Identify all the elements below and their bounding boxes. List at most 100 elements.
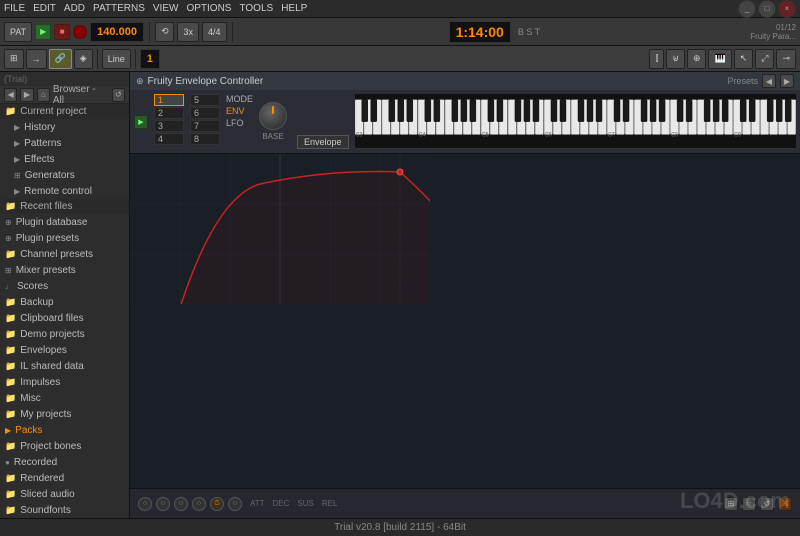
preset-next[interactable]: ▶: [780, 74, 794, 88]
item-label: Misc: [20, 393, 41, 404]
svg-text:C8: C8: [671, 132, 678, 139]
link-button[interactable]: 🔗: [49, 49, 72, 69]
plugin-button[interactable]: ⊕: [687, 49, 707, 69]
preset-prev[interactable]: ◀: [762, 74, 776, 88]
piano-button[interactable]: 🎹: [708, 49, 731, 69]
sidebar: (Trial) ◀ ▶ ⌂ Browser - All ↺ 📁 Current …: [0, 72, 130, 518]
eq-button[interactable]: ⫿: [649, 49, 664, 69]
env-num-4[interactable]: 4: [154, 133, 184, 145]
sidebar-item-history[interactable]: ▶ History: [0, 119, 129, 135]
env-dec-btn[interactable]: ○: [156, 497, 170, 511]
env-num-1[interactable]: 1: [154, 94, 184, 106]
cursor-button[interactable]: ↖: [734, 49, 754, 69]
arrow-icon: ▶: [14, 155, 20, 164]
sidebar-item-recent-files[interactable]: 📁 Recent files: [0, 199, 129, 214]
bottom-icon-4[interactable]: ⌘: [778, 497, 792, 511]
grid-button[interactable]: ⊞: [4, 49, 24, 69]
menu-options[interactable]: OPTIONS: [186, 3, 231, 14]
sidebar-item-my-projects[interactable]: 📁 My projects: [0, 406, 129, 422]
env-rel-btn[interactable]: ○: [192, 497, 206, 511]
zoom-button[interactable]: ⤢: [755, 49, 774, 69]
bottom-icon-2[interactable]: ○: [742, 497, 756, 511]
env-num-8[interactable]: 8: [190, 133, 220, 145]
presets-label: Presets: [727, 76, 758, 86]
env-num-7[interactable]: 7: [190, 120, 220, 132]
maximize-button[interactable]: □: [758, 0, 776, 18]
sidebar-item-packs[interactable]: ▶ Packs: [0, 422, 129, 438]
env-sync-btn[interactable]: ○: [228, 497, 242, 511]
record-button[interactable]: [73, 25, 87, 39]
loop-button[interactable]: ⟲: [155, 22, 175, 42]
mix-button[interactable]: ⊎: [666, 49, 685, 69]
sidebar-item-il-shared[interactable]: 📁 IL shared data: [0, 358, 129, 374]
sidebar-item-misc[interactable]: 📁 Misc: [0, 390, 129, 406]
env-num-6[interactable]: 6: [190, 107, 220, 119]
sidebar-item-soundfonts[interactable]: 📁 Soundfonts: [0, 502, 129, 518]
folder-icon: 📁: [5, 201, 16, 212]
base-knob[interactable]: [259, 102, 287, 130]
sidebar-item-impulses[interactable]: 📁 Impulses: [0, 374, 129, 390]
env-num-3[interactable]: 3: [154, 120, 184, 132]
arrow-button[interactable]: →: [26, 49, 47, 69]
sidebar-item-effects[interactable]: ▶ Effects: [0, 151, 129, 167]
sidebar-item-demo-projects[interactable]: 📁 Demo projects: [0, 326, 129, 342]
back-button[interactable]: ◀: [4, 88, 17, 102]
sidebar-item-backup[interactable]: 📁 Backup: [0, 294, 129, 310]
menu-edit[interactable]: EDIT: [33, 3, 56, 14]
menu-add[interactable]: ADD: [64, 3, 85, 14]
minimize-button[interactable]: _: [738, 0, 756, 18]
env-sus-btn[interactable]: ○: [174, 497, 188, 511]
envelope-graph-area[interactable]: ○ ○ ○ ○ ⏱ ○ ATT DEC SUS REL ⊞ ○ ↺ ⌘: [130, 154, 800, 518]
item-label: Plugin presets: [16, 233, 79, 244]
home-button[interactable]: ⌂: [37, 88, 50, 102]
sidebar-item-generators[interactable]: ⊞ Generators: [0, 167, 129, 183]
menu-view[interactable]: VIEW: [153, 3, 179, 14]
envelope-tab[interactable]: Envelope: [297, 135, 349, 149]
sidebar-item-remote-control[interactable]: ▶ Remote control: [0, 183, 129, 199]
env-play-btn[interactable]: ▶: [134, 115, 148, 129]
rel-label: REL: [322, 499, 338, 508]
forward-button[interactable]: ▶: [20, 88, 33, 102]
pat-button[interactable]: PAT: [4, 22, 32, 42]
sidebar-item-patterns[interactable]: ▶ Patterns: [0, 135, 129, 151]
sidebar-item-rendered[interactable]: 📁 Rendered: [0, 470, 129, 486]
sidebar-item-plugin-database[interactable]: ⊕ Plugin database: [0, 214, 129, 230]
menu-file[interactable]: FILE: [4, 3, 25, 14]
lfo-label[interactable]: LFO: [226, 118, 253, 128]
menu-tools[interactable]: TOOLS: [239, 3, 273, 14]
bottom-icon-3[interactable]: ↺: [760, 497, 774, 511]
sidebar-item-mixer-presets[interactable]: ⊞ Mixer presets: [0, 262, 129, 278]
line-button[interactable]: Line: [102, 49, 131, 69]
sidebar-item-sliced-audio[interactable]: 📁 Sliced audio: [0, 486, 129, 502]
env-num-5[interactable]: 5: [190, 94, 220, 106]
att-label: ATT: [250, 499, 265, 508]
close-button[interactable]: ×: [778, 0, 796, 18]
bpm-display[interactable]: 140.000: [90, 22, 144, 42]
menu-patterns[interactable]: PATTERNS: [93, 3, 145, 14]
arrow-icon: ▶: [14, 139, 20, 148]
sidebar-item-plugin-presets[interactable]: ⊕ Plugin presets: [0, 230, 129, 246]
item-label: Impulses: [20, 377, 60, 388]
sidebar-item-clipboard[interactable]: 📁 Clipboard files: [0, 310, 129, 326]
sidebar-item-recorded[interactable]: ● Recorded: [0, 454, 129, 470]
env-num-2[interactable]: 2: [154, 107, 184, 119]
bottom-icon-1[interactable]: ⊞: [724, 497, 738, 511]
time-display: 1:14:00: [449, 21, 511, 43]
menu-help[interactable]: HELP: [281, 3, 307, 14]
snap-button[interactable]: ⊸: [776, 49, 796, 69]
step-button[interactable]: 3x: [177, 22, 199, 42]
stop-button[interactable]: ■: [54, 24, 70, 40]
time-sig-button[interactable]: 4/4: [202, 22, 227, 42]
play-button[interactable]: ▶: [35, 24, 51, 40]
sidebar-item-current-project[interactable]: 📁 Current project: [0, 104, 129, 119]
sidebar-item-channel-presets[interactable]: 📁 Channel presets: [0, 246, 129, 262]
stamp-button[interactable]: ◈: [74, 49, 93, 69]
svg-text:C4: C4: [418, 132, 425, 139]
env-att-btn[interactable]: ○: [138, 497, 152, 511]
sidebar-item-scores[interactable]: ♩ Scores: [0, 278, 129, 294]
env-label[interactable]: ENV: [226, 106, 253, 116]
sidebar-item-project-bones[interactable]: 📁 Project bones: [0, 438, 129, 454]
env-tempo-btn[interactable]: ⏱: [210, 497, 224, 511]
sidebar-item-envelopes[interactable]: 📁 Envelopes: [0, 342, 129, 358]
refresh-button[interactable]: ↺: [112, 88, 125, 102]
